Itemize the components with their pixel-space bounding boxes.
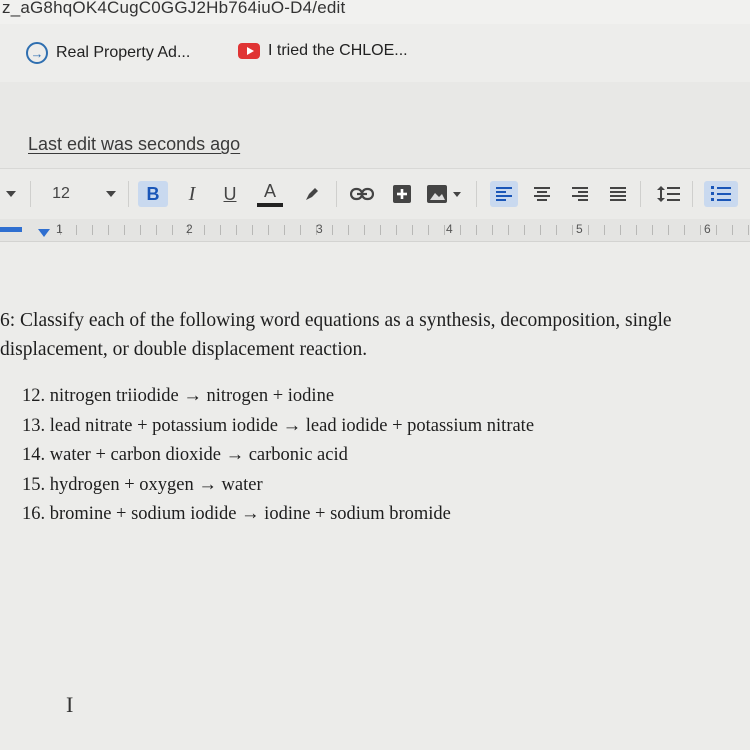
bookmarks-bar: → Real Property Ad... I tried the CHLOE.… bbox=[0, 24, 750, 82]
toolbar-divider bbox=[336, 181, 337, 207]
align-right-icon[interactable] bbox=[566, 181, 594, 207]
toolbar-divider bbox=[128, 181, 129, 207]
align-center-icon[interactable] bbox=[528, 181, 556, 207]
text-color-button[interactable]: A bbox=[256, 181, 284, 207]
bookmark-label: I tried the CHLOE... bbox=[268, 42, 408, 59]
ruler-number: 2 bbox=[186, 222, 193, 236]
align-justify-icon[interactable] bbox=[604, 181, 632, 207]
bookmark-label: Real Property Ad... bbox=[56, 44, 191, 61]
url-text[interactable]: z_aG8hqOK4CugC0GGJ2Hb764iuO-D4/edit bbox=[2, 0, 345, 18]
last-edit-status[interactable]: Last edit was seconds ago bbox=[28, 134, 240, 155]
highlight-pen-icon[interactable] bbox=[298, 181, 326, 207]
youtube-icon bbox=[238, 43, 260, 59]
equation-item: 13. lead nitrate + potassium iodide → le… bbox=[22, 415, 535, 436]
toolbar-divider bbox=[476, 181, 477, 207]
toolbar-divider bbox=[692, 181, 693, 207]
ruler-number: 4 bbox=[446, 222, 453, 236]
bold-button[interactable]: B bbox=[138, 181, 168, 207]
question-line: displacement, or double displacement rea… bbox=[0, 339, 368, 360]
question-line: 6: Classify each of the following word e… bbox=[0, 310, 672, 331]
indent-marker[interactable] bbox=[38, 229, 50, 237]
toolbar-divider bbox=[640, 181, 641, 207]
ruler-number: 1 bbox=[56, 222, 63, 236]
font-size-field[interactable]: 12 bbox=[48, 181, 74, 207]
toolbar-divider bbox=[30, 181, 31, 207]
ruler-number: 5 bbox=[576, 222, 583, 236]
formatting-toolbar: 12 B I U A bbox=[0, 168, 750, 220]
font-dropdown-chevron-icon[interactable] bbox=[4, 181, 18, 207]
ruler-ticks bbox=[60, 225, 750, 235]
question-text: 6: Classify each of the following word e… bbox=[0, 306, 750, 364]
equation-item: 12. nitrogen triiodide → nitrogen + iodi… bbox=[22, 386, 335, 406]
equation-item: 16. bromine + sodium iodide → iodine + s… bbox=[22, 504, 451, 524]
underline-button[interactable]: U bbox=[218, 181, 242, 207]
bookmark-real-property[interactable]: → Real Property Ad... bbox=[26, 42, 190, 64]
font-size-chevron-icon[interactable] bbox=[104, 181, 118, 207]
text-color-swatch bbox=[257, 203, 283, 207]
arrow-circle-icon: → bbox=[26, 42, 48, 64]
address-bar[interactable]: z_aG8hqOK4CugC0GGJ2Hb764iuO-D4/edit bbox=[0, 0, 750, 25]
add-comment-icon[interactable] bbox=[388, 181, 416, 207]
numbered-list-icon[interactable] bbox=[704, 181, 738, 207]
ruler-number: 3 bbox=[316, 222, 323, 236]
ruler-number: 6 bbox=[704, 222, 711, 236]
text-cursor-icon: I bbox=[66, 692, 74, 717]
insert-image-icon[interactable] bbox=[424, 181, 464, 207]
equation-item: 14. water + carbon dioxide → carbonic ac… bbox=[22, 445, 348, 465]
line-spacing-icon[interactable] bbox=[654, 181, 684, 207]
bookmark-chloe[interactable]: I tried the CHLOE... bbox=[238, 42, 408, 60]
align-left-icon[interactable] bbox=[490, 181, 518, 207]
document-page[interactable]: 6: Classify each of the following word e… bbox=[0, 242, 750, 750]
link-icon[interactable] bbox=[348, 181, 376, 207]
left-margin-marker[interactable] bbox=[0, 227, 22, 232]
italic-button[interactable]: I bbox=[180, 181, 204, 207]
equation-list: 12. nitrogen triiodide → nitrogen + iodi… bbox=[22, 382, 534, 530]
ruler[interactable]: 1 2 3 4 5 6 bbox=[0, 219, 750, 242]
text-color-letter: A bbox=[263, 181, 276, 201]
equation-item: 15. hydrogen + oxygen → water bbox=[22, 474, 263, 495]
